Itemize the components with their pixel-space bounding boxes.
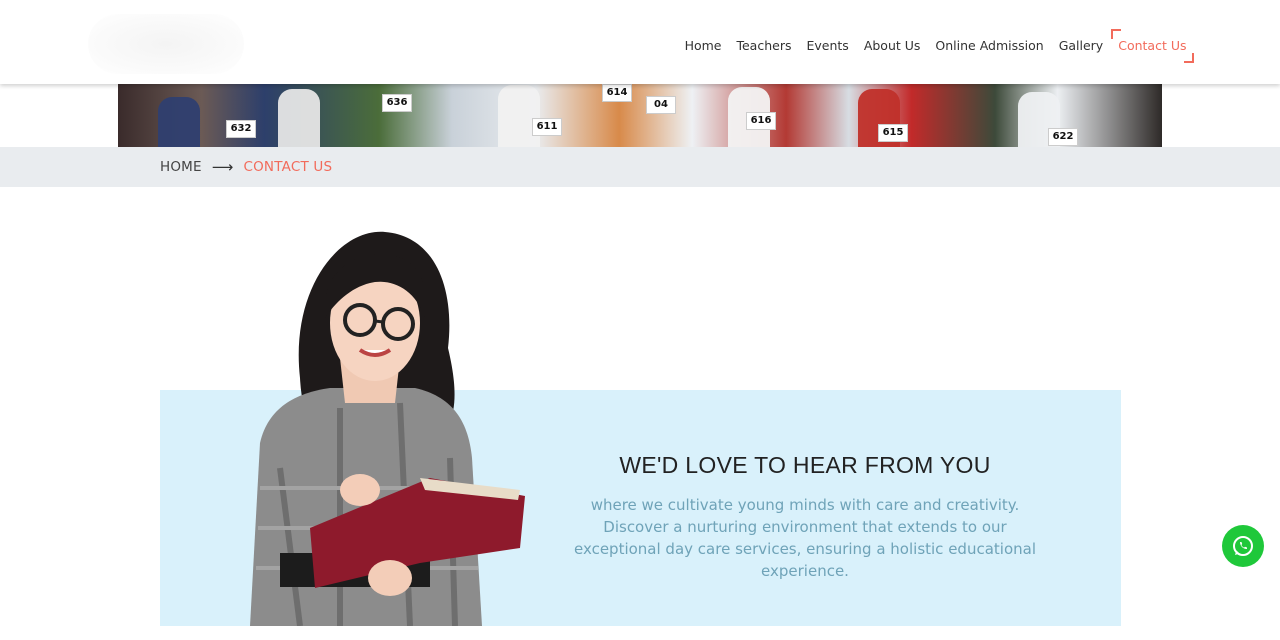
whatsapp-chat-button[interactable] [1222,525,1264,567]
site-header: Home Teachers Events About Us Online Adm… [0,0,1280,84]
banner-bib: 616 [746,112,776,130]
banner-bib: 04 [646,96,676,114]
contact-description: where we cultivate young minds with care… [574,496,1036,580]
banner-runner [498,85,540,147]
breadcrumb: HOME ⟶ CONTACT US [160,147,332,187]
nav-home[interactable]: Home [677,34,729,58]
site-logo[interactable] [88,14,244,74]
banner-bib: 636 [382,94,412,112]
banner-bib: 611 [532,118,562,136]
hero-banner-image: 632 636 614 611 04 616 615 622 [118,84,1162,147]
nav-about-us[interactable]: About Us [856,34,928,58]
breadcrumb-current: CONTACT US [243,159,333,175]
banner-bib: 622 [1048,128,1078,146]
breadcrumb-bar: HOME ⟶ CONTACT US [0,147,1280,187]
nav-events[interactable]: Events [799,34,856,58]
banner-bib: 615 [878,124,908,142]
whatsapp-icon [1233,536,1253,556]
right-arrow-icon: ⟶ [211,158,234,176]
teacher-illustration [250,231,525,626]
banner-runner [158,97,200,147]
breadcrumb-home[interactable]: HOME [160,159,202,175]
main-nav: Home Teachers Events About Us Online Adm… [677,29,1195,63]
nav-gallery[interactable]: Gallery [1051,34,1111,58]
nav-contact-us[interactable]: Contact Us [1110,29,1195,63]
nav-teachers[interactable]: Teachers [729,34,799,58]
banner-runner [278,89,320,147]
nav-online-admission[interactable]: Online Admission [928,34,1051,58]
banner-bib: 632 [226,120,256,138]
contact-heading: WE'D LOVE TO HEAR FROM YOU [619,452,991,478]
banner-bib: 614 [602,84,632,102]
